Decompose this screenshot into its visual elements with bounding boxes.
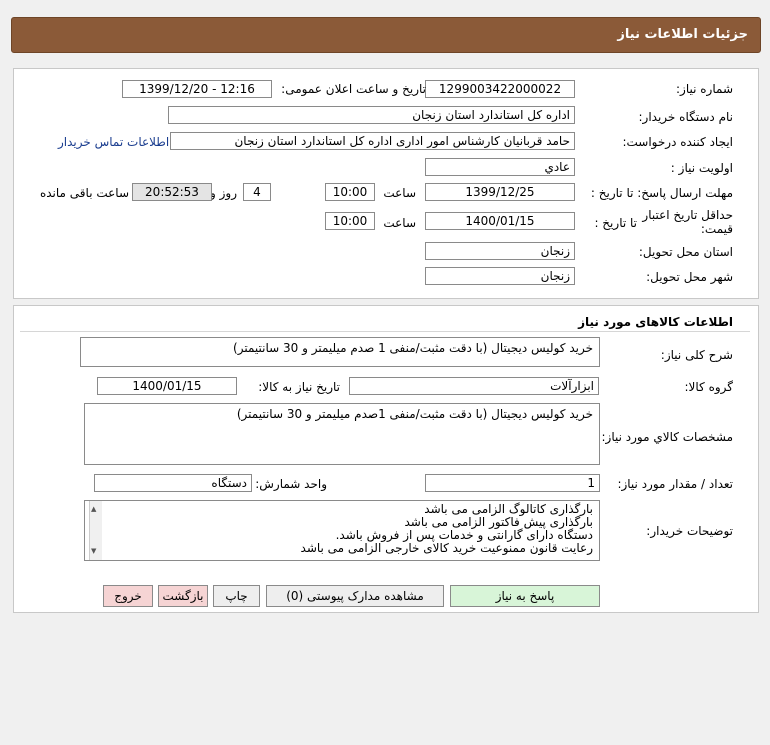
creator-label: ایجاد کننده درخواست: (622, 135, 733, 149)
unit-field: دستگاه (94, 474, 252, 492)
remaining-label: ساعت باقی مانده (39, 186, 129, 200)
section-divider (20, 331, 750, 332)
buyer-notes-label: توضیحات خریدار: (646, 524, 733, 538)
buyer-contact-link[interactable]: اطلاعات تماس خریدار (58, 135, 169, 149)
city-field: زنجان (425, 267, 575, 285)
quantity-field: 1 (425, 474, 600, 492)
exit-button[interactable]: خروج (103, 585, 153, 607)
province-field: زنجان (425, 242, 575, 260)
notes-scrollbar[interactable]: ▲ ▼ (89, 501, 102, 560)
deadline-time-field: 10:00 (325, 183, 375, 201)
specs-field: خرید کولیس دیجیتال (با دقت مثبت/منفی 1صد… (84, 403, 600, 465)
announce-field: 1399/12/20 - 12:16 (122, 80, 272, 98)
priority-field: عادي (425, 158, 575, 176)
days-field: 4 (243, 183, 271, 201)
validity-to-label: تا تاریخ : (594, 216, 637, 230)
validity-label-line1: حداقل تاریخ اعتبار (642, 208, 733, 222)
scroll-down-icon[interactable]: ▼ (91, 545, 96, 558)
page-title: جزئیات اطلاعات نیاز (617, 27, 748, 42)
general-desc-label: شرح کلی نیاز: (660, 348, 733, 362)
reply-button[interactable]: پاسخ به نیاز (450, 585, 600, 607)
buyer-notes-textarea[interactable]: بارگذاری کاتالوگ الزامی می باشد بارگذاری… (84, 500, 600, 561)
attachments-button[interactable]: مشاهده مدارک پیوستی (0) (266, 585, 444, 607)
quantity-label: تعداد / مقدار مورد نیاز: (617, 477, 733, 491)
days-label: روز و (210, 186, 237, 200)
province-label: استان محل تحویل: (638, 245, 733, 259)
general-desc-field: خرید کولیس دیجیتال (با دقت مثبت/منفی 1 ص… (80, 337, 600, 367)
goods-group-field: ابزارآلات (349, 377, 599, 395)
need-info-panel (13, 68, 759, 299)
print-button[interactable]: چاپ (213, 585, 260, 607)
remaining-time-field: 20:52:53 (132, 183, 212, 201)
city-label: شهر محل تحویل: (646, 270, 733, 284)
specs-label: مشخصات كالاي مورد نياز: (601, 430, 733, 444)
note-line: رعایت قانون ممنوعیت خرید کالای خارجی الز… (300, 541, 593, 555)
need-date-label: تاریخ نیاز به کالا: (258, 380, 340, 394)
deadline-date-field: 1399/12/25 (425, 183, 575, 201)
need-number-label: شماره نیاز: (676, 82, 733, 96)
validity-time-field: 10:00 (325, 212, 375, 230)
deadline-label: مهلت ارسال پاسخ: تا تاریخ : (590, 186, 733, 200)
need-number-field: 1299003422000022 (425, 80, 575, 98)
scroll-up-icon[interactable]: ▲ (91, 503, 96, 516)
announce-label: تاریخ و ساعت اعلان عمومی: (281, 82, 426, 96)
page-title-bar: جزئیات اطلاعات نیاز (11, 17, 761, 53)
buyer-org-field: اداره کل استاندارد استان زنجان (168, 106, 575, 124)
need-date-field: 1400/01/15 (97, 377, 237, 395)
back-button[interactable]: بازگشت (158, 585, 208, 607)
validity-time-label: ساعت (383, 216, 416, 230)
unit-label: واحد شمارش: (255, 477, 327, 491)
creator-field: حامد قربانیان کارشناس امور اداری اداره ک… (170, 132, 575, 150)
validity-date-field: 1400/01/15 (425, 212, 575, 230)
buyer-org-label: نام دستگاه خریدار: (638, 110, 734, 124)
validity-label-line2: قیمت: (700, 222, 733, 236)
goods-group-label: گروه کالا: (684, 380, 734, 394)
deadline-time-label: ساعت (383, 186, 416, 200)
goods-section-title: اطلاعات کالاهای مورد نیاز (578, 315, 733, 329)
priority-label: اولویت نیاز : (670, 161, 733, 175)
